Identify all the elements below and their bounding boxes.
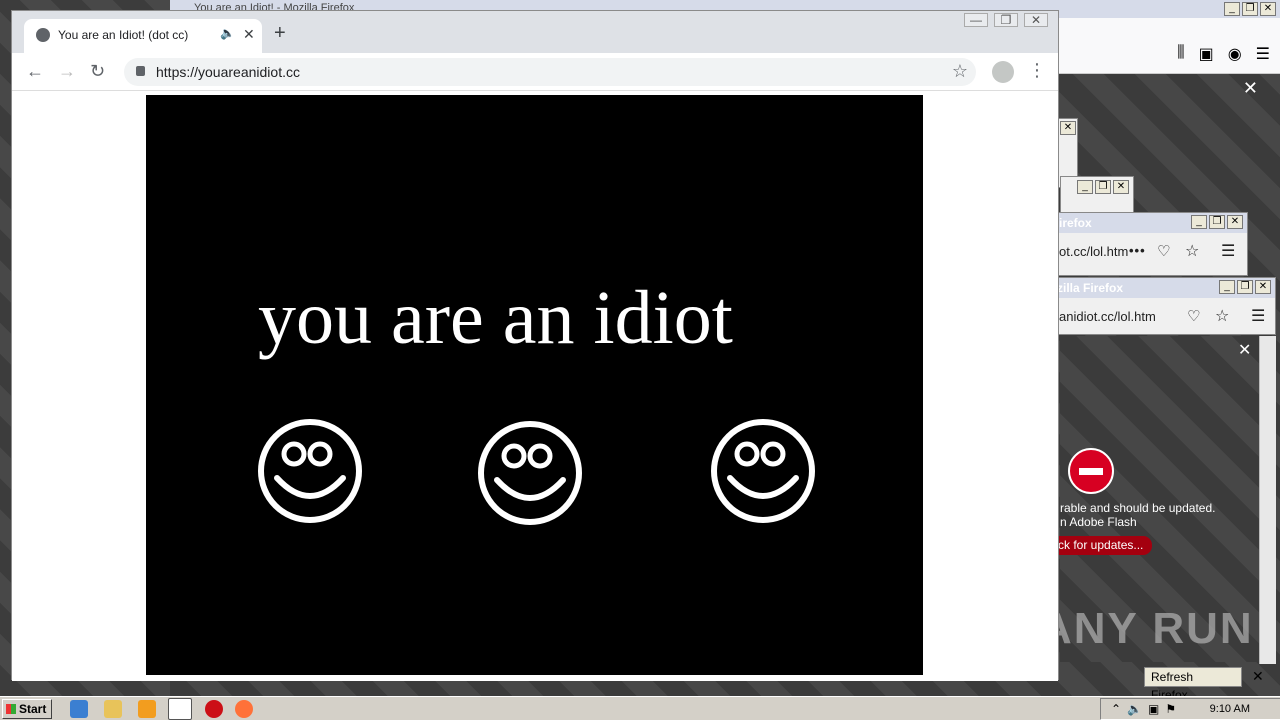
hamburger-menu-icon[interactable]: ☰ [1251,306,1265,326]
watermark: ANY RUN [1040,604,1254,653]
flash-stage: you are an idiot [146,95,923,675]
popup-titlebar: zilla Firefox _ ❐ ✕ [1053,278,1275,298]
folder-icon[interactable] [104,700,122,718]
bookmark-star-icon[interactable]: ☆ [952,61,968,82]
restore-button[interactable]: ❐ [994,13,1018,27]
tab-strip: You are an Idiot! (dot cc) 🔈 ✕ + — ❐ ✕ [12,11,1058,53]
hamburger-menu-icon[interactable]: ☰ [1256,44,1270,64]
popup-title: zilla Firefox [1057,281,1124,295]
headline-text: you are an idiot [258,276,733,360]
check-updates-button[interactable]: ck for updates... [1052,536,1152,555]
smiley-icon [478,421,582,525]
minimize-button[interactable]: _ [1219,280,1235,294]
pocket-icon[interactable]: ♡ [1157,242,1170,260]
system-tray: ⌃🔈▣⚑ 9:10 AM [1100,698,1280,720]
forward-arrow-icon[interactable]: → [58,61,76,82]
firefox-window-controls: _ ❐ ✕ [1224,2,1276,16]
reload-icon[interactable]: ↻ [90,61,105,82]
maximize-button[interactable]: ❐ [1242,2,1258,16]
popup-title: irefox [1059,216,1092,230]
close-icon[interactable]: ✕ [1252,668,1264,685]
flash-warning-line1: rable and should be updated. [1060,501,1216,515]
address-bar[interactable]: https://youareanidiot.cc ☆ [124,58,976,86]
popup-titlebar: irefox _ ❐ ✕ [1053,213,1247,233]
globe-icon [36,28,50,42]
close-icon[interactable]: ✕ [1238,340,1251,360]
popup-url[interactable]: ot.cc/lol.htm [1059,244,1128,259]
new-tab-button[interactable]: + [274,23,286,43]
bookmark-star-icon[interactable]: ☆ [1215,306,1229,326]
chrome-toolbar: ← → ↻ https://youareanidiot.cc ☆ ⋮ [12,53,1058,91]
popup-url[interactable]: anidiot.cc/lol.htm [1059,309,1156,324]
flash-warning-text: rable and should be updated. n Adobe Fla… [1060,501,1215,529]
sidebar-icon[interactable]: ▣ [1199,44,1214,64]
account-icon[interactable]: ◉ [1228,44,1242,64]
flash-warning-line2: n Adobe Flash [1060,515,1137,529]
tray-icons[interactable]: ⌃🔈▣⚑ [1111,702,1182,716]
minimize-button[interactable]: _ [1224,2,1240,16]
chrome-window-controls: — ❐ ✕ [964,13,1048,27]
media-player-icon[interactable] [138,700,156,718]
popup-window-controls: _ ❐ ✕ [1060,176,1134,216]
maximize-button[interactable]: ❐ [1095,180,1111,194]
chrome-taskbar-icon[interactable] [168,698,192,720]
tab-title: You are an Idiot! (dot cc) [58,28,189,42]
bookmark-star-icon[interactable]: ☆ [1185,241,1199,261]
lock-icon [136,66,145,76]
speaker-icon[interactable]: 🔈 [220,26,235,40]
maximize-button[interactable]: ❐ [1209,215,1225,229]
hamburger-menu-icon[interactable]: ☰ [1221,241,1235,261]
close-button[interactable]: ✕ [1024,13,1048,27]
maximize-button[interactable]: ❐ [1237,280,1253,294]
page-actions-icon[interactable]: ••• [1129,243,1146,258]
clock: 9:10 AM [1209,703,1250,715]
smiley-icon [258,419,362,523]
close-button[interactable]: ✕ [1255,280,1271,294]
tab-active[interactable]: You are an Idiot! (dot cc) 🔈 ✕ [24,19,262,53]
minimize-button[interactable]: _ [1191,215,1207,229]
library-icon[interactable]: ⫼ [1177,44,1184,64]
close-button[interactable]: ✕ [1060,121,1076,135]
pocket-icon[interactable]: ♡ [1187,307,1200,325]
scrollbar[interactable] [1259,336,1276,664]
opera-icon[interactable] [205,700,223,718]
tab-close-icon[interactable]: ✕ [243,26,255,43]
ie-icon[interactable] [70,700,88,718]
minimize-button[interactable]: _ [1077,180,1093,194]
plugin-blocked-icon [1068,448,1114,494]
close-button[interactable]: ✕ [1113,180,1129,194]
smiley-icon [711,419,815,523]
close-button[interactable]: ✕ [1227,215,1243,229]
start-button[interactable]: Start [2,699,52,719]
refresh-firefox-button[interactable]: Refresh Firefox... [1144,667,1242,702]
close-icon[interactable]: ✕ [1243,78,1258,99]
firefox-icon[interactable] [235,700,253,718]
back-arrow-icon[interactable]: ← [26,61,44,82]
page-content: you are an idiot [12,92,1058,681]
close-button[interactable]: ✕ [1260,2,1276,16]
firefox-toolbar-icons: ⫼ ▣ ◉ ☰ [1177,44,1270,64]
popup-window-1: irefox _ ❐ ✕ ot.cc/lol.htm ••• ♡ ☆ ☰ [1052,212,1248,276]
popup-window-2: zilla Firefox _ ❐ ✕ anidiot.cc/lol.htm ♡… [1052,277,1276,335]
kebab-menu-icon[interactable]: ⋮ [1028,60,1046,81]
chrome-window: You are an Idiot! (dot cc) 🔈 ✕ + — ❐ ✕ ←… [11,10,1059,681]
minimize-button[interactable]: — [964,13,988,27]
url-text[interactable]: https://youareanidiot.cc [156,64,300,80]
taskbar: Start ⌃🔈▣⚑ 9:10 AM [0,696,1280,720]
profile-avatar-icon[interactable] [992,61,1014,83]
